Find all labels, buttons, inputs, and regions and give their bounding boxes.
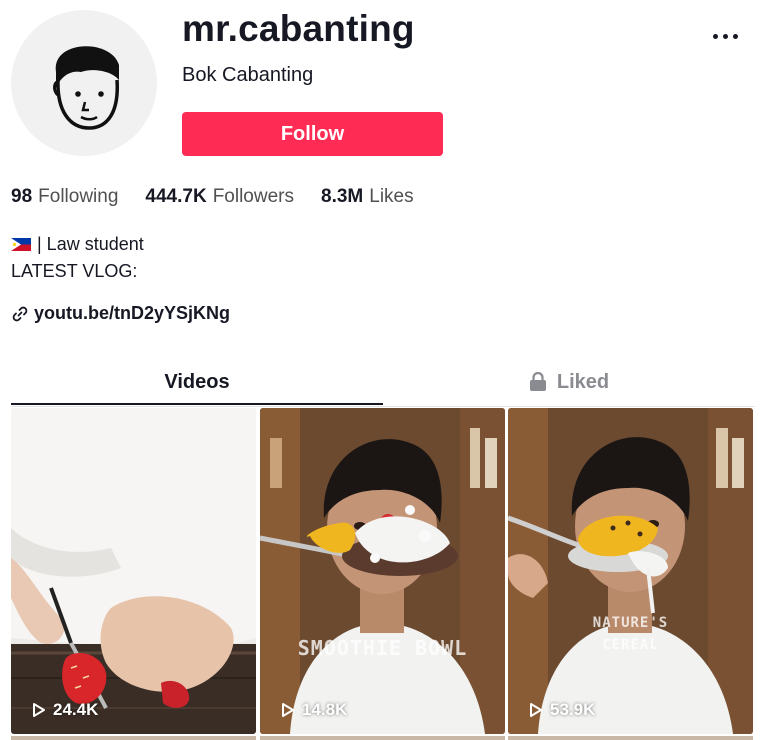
overlay-line-1: NATURE'S (592, 615, 669, 631)
philippines-flag-icon (11, 238, 31, 251)
video-card[interactable]: NATURE'S CEREAL 53.9K (508, 408, 753, 734)
link-icon (12, 306, 28, 321)
likes-count: 8.3M (321, 186, 364, 207)
active-tab-indicator (11, 403, 383, 405)
profile-stats: 98 Following 444.7K Followers 8.3M Likes (11, 186, 441, 208)
following-count: 98 (11, 186, 33, 207)
lock-icon (529, 372, 546, 391)
view-count: 14.8K (280, 700, 347, 720)
video-thumbnail (508, 408, 753, 734)
following-label: Following (38, 186, 119, 207)
bio-line-2: LATEST VLOG: (11, 261, 138, 281)
video-card-partial[interactable] (260, 736, 505, 740)
video-card[interactable]: 24.4K (11, 408, 256, 734)
video-overlay-caption: SMOOTHIE BOWL (297, 636, 468, 660)
avatar-illustration (53, 46, 119, 130)
profile-nickname: Bok Cabanting (182, 64, 314, 86)
bio-text-1: | Law student (37, 234, 144, 254)
play-icon (282, 703, 294, 717)
video-card-partial[interactable] (11, 736, 256, 740)
bio-link-text: youtu.be/tnD2yYSjKNg (34, 303, 231, 323)
ellipsis-icon[interactable] (705, 24, 745, 48)
bio-line-1: | Law student (11, 231, 144, 258)
stat-following[interactable]: 98 Following (11, 186, 118, 208)
view-count-text: 24.4K (53, 700, 99, 719)
video-thumbnail (260, 408, 505, 734)
video-thumbnail (11, 408, 256, 734)
profile-username: mr.cabanting (182, 8, 415, 49)
tab-liked[interactable]: Liked (383, 362, 755, 402)
followers-label: Followers (212, 186, 294, 207)
follow-button[interactable]: Follow (182, 112, 443, 156)
video-card-partial[interactable] (508, 736, 753, 740)
bio-link[interactable]: youtu.be/tnD2yYSjKNg (11, 303, 230, 324)
avatar[interactable] (11, 10, 157, 156)
overlay-line-2: CEREAL (602, 637, 659, 653)
stat-likes: 8.3M Likes (321, 186, 414, 208)
followers-count: 444.7K (145, 186, 207, 207)
tab-liked-label: Liked (556, 370, 610, 393)
view-count: 24.4K (31, 700, 98, 720)
stat-followers[interactable]: 444.7K Followers (145, 186, 294, 208)
video-overlay-caption: NATURE'S CEREAL (508, 612, 753, 656)
profile-bio: | Law student LATEST VLOG: (11, 231, 144, 285)
profile-tabs: Videos Liked (11, 362, 755, 407)
tab-videos[interactable]: Videos (11, 362, 383, 402)
tab-videos-label: Videos (164, 370, 230, 393)
view-count-text: 53.9K (550, 700, 596, 719)
view-count: 53.9K (528, 700, 595, 720)
play-icon (530, 703, 542, 717)
video-card[interactable]: SMOOTHIE BOWL 14.8K (260, 408, 505, 734)
view-count-text: 14.8K (302, 700, 348, 719)
play-icon (33, 703, 45, 717)
likes-label: Likes (369, 186, 414, 207)
